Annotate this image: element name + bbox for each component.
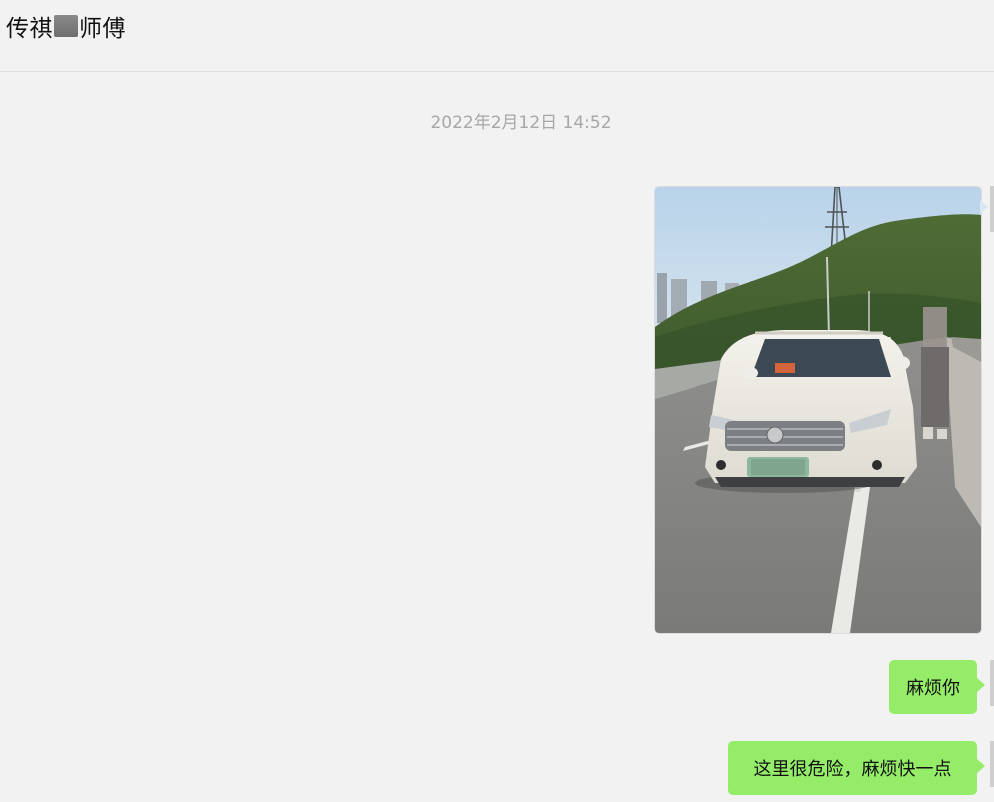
contact-name: 传祺 师傅: [6, 9, 126, 43]
avatar-edge[interactable]: [990, 186, 994, 232]
text-message[interactable]: 麻烦你: [889, 660, 985, 714]
contact-name-prefix: 传祺: [6, 16, 53, 42]
message-text: 这里很危险，麻烦快一点: [753, 759, 952, 780]
image-bubble-tail: [980, 200, 988, 214]
contact-name-suffix: 师傅: [79, 16, 126, 42]
redaction-mark: [54, 15, 78, 37]
avatar-edge[interactable]: [990, 741, 994, 787]
avatar-edge[interactable]: [990, 660, 994, 706]
car-photo: [655, 187, 981, 633]
text-message[interactable]: 这里很危险，麻烦快一点: [728, 741, 985, 795]
message-timestamp: 2022年2月12日 14:52: [430, 113, 612, 133]
chat-header: 传祺 师傅: [0, 0, 994, 72]
message-text: 麻烦你: [906, 678, 960, 699]
image-message[interactable]: [654, 186, 982, 634]
